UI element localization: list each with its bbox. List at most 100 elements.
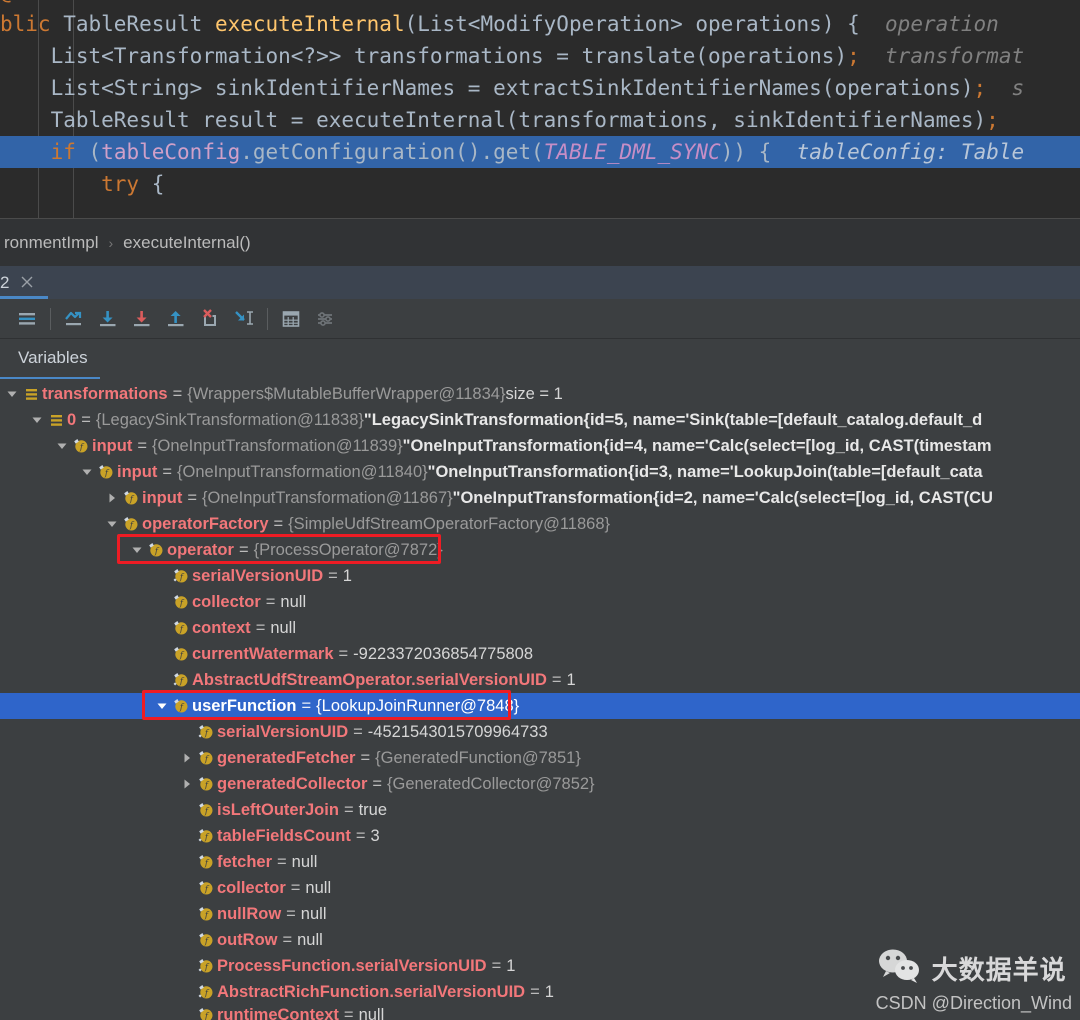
variable-ref: {ProcessOperator@7872}: [253, 541, 443, 559]
code-editor[interactable]: @Override blic TableResult executeInterna…: [0, 0, 1080, 218]
debugger-toolbar[interactable]: [0, 299, 1080, 339]
breadcrumb[interactable]: ronmentImpl › executeInternal(): [0, 218, 1080, 266]
chevron-down-icon[interactable]: [4, 381, 20, 407]
tree-row[interactable]: f serialVersionUID = -4521543015709964733: [0, 719, 1080, 745]
step-into-button[interactable]: [93, 304, 123, 334]
variable-name: input: [142, 489, 183, 507]
chevron-down-icon[interactable]: [154, 693, 170, 719]
drop-frame-button[interactable]: [195, 304, 225, 334]
variable-value: true: [358, 801, 388, 819]
variable-ref: {Wrappers$MutableBufferWrapper@11834}: [187, 385, 506, 403]
settings-button[interactable]: [310, 304, 340, 334]
evaluate-expression-button[interactable]: [276, 304, 306, 334]
variables-tab-header[interactable]: Variables: [0, 339, 1080, 379]
equals-sign: =: [343, 1006, 354, 1020]
tree-row[interactable]: f isLeftOuterJoin = true: [0, 797, 1080, 823]
tree-row[interactable]: f generatedCollector = {GeneratedCollector@…: [0, 771, 1080, 797]
equals-sign: =: [286, 905, 296, 923]
tree-row[interactable]: f input = {OneInputTransformation@11839} "O…: [0, 433, 1080, 459]
variable-value: 1: [342, 567, 352, 585]
tree-row[interactable]: f serialVersionUID = 1: [0, 563, 1080, 589]
tree-row[interactable]: f context = null: [0, 615, 1080, 641]
variable-name: 0: [67, 411, 77, 429]
force-step-into-button[interactable]: [127, 304, 157, 334]
chevron-right-icon[interactable]: [179, 745, 195, 771]
code-token: TABLE_DML_SYNC: [543, 140, 721, 164]
tree-row[interactable]: f nullRow = null: [0, 901, 1080, 927]
field-icon: f: [170, 620, 192, 636]
tree-row[interactable]: f fetcher = null: [0, 849, 1080, 875]
tree-row[interactable]: transformations = {Wrappers$MutableBufferW…: [0, 381, 1080, 407]
chevron-down-icon[interactable]: [79, 459, 95, 485]
equals-sign: =: [255, 619, 266, 637]
toolbar-divider: [50, 307, 51, 330]
tree-arrow-placeholder: [179, 1002, 195, 1020]
static-field-icon: f: [170, 568, 192, 584]
variable-name: userFunction: [192, 697, 297, 715]
array-icon: [20, 387, 42, 402]
tree-row[interactable]: f operatorFactory = {SimpleUdfStreamOperato…: [0, 511, 1080, 537]
equals-sign: =: [328, 567, 338, 585]
chevron-right-icon[interactable]: [179, 771, 195, 797]
code-token: @Override: [0, 0, 114, 4]
array-icon: [45, 413, 67, 428]
variables-tree[interactable]: transformations = {Wrappers$MutableBufferW…: [0, 381, 1080, 1020]
chevron-down-icon[interactable]: [104, 511, 120, 537]
equals-sign: =: [282, 931, 293, 949]
variable-ref: {LegacySinkTransformation@11838}: [95, 411, 364, 429]
variable-name: operator: [167, 541, 234, 559]
tree-row[interactable]: 0 = {LegacySinkTransformation@11838} "Lega…: [0, 407, 1080, 433]
run-to-cursor-button[interactable]: [229, 304, 259, 334]
tree-arrow-placeholder: [179, 953, 195, 979]
chevron-right-icon[interactable]: [104, 485, 120, 511]
code-token: try: [0, 172, 152, 196]
tree-arrow-placeholder: [154, 667, 170, 693]
tree-row[interactable]: f currentWatermark = -9223372036854775808: [0, 641, 1080, 667]
variable-name: collector: [192, 593, 261, 611]
code-line[interactable]: if (tableConfig.getConfiguration().get(T…: [0, 136, 1080, 168]
code-lines: @Override blic TableResult executeInterna…: [0, 0, 1080, 200]
chevron-down-icon[interactable]: [129, 537, 145, 563]
tree-arrow-placeholder: [179, 927, 195, 953]
inlay-hint: operation: [859, 12, 999, 36]
equals-sign: =: [301, 697, 312, 715]
variables-tab-underline: [0, 377, 100, 379]
variable-name: AbstractUdfStreamOperator.serialVersionU…: [192, 671, 547, 689]
step-over-button[interactable]: [59, 304, 89, 334]
field-icon: f: [95, 464, 117, 480]
tree-row[interactable]: f generatedFetcher = {GeneratedFunction@785…: [0, 745, 1080, 771]
show-execution-point-button[interactable]: [12, 304, 42, 334]
step-out-button[interactable]: [161, 304, 191, 334]
code-line[interactable]: TableResult result = executeInternal(tra…: [0, 104, 1080, 136]
tree-row[interactable]: f collector = null: [0, 875, 1080, 901]
static-field-icon: f: [170, 672, 192, 688]
variable-ref: {GeneratedFunction@7851}: [375, 749, 581, 767]
chevron-down-icon[interactable]: [54, 433, 70, 459]
equals-sign: =: [530, 983, 540, 1001]
tree-arrow-placeholder: [154, 615, 170, 641]
tree-row[interactable]: f operator = {ProcessOperator@7872}: [0, 537, 1080, 563]
variable-name: generatedFetcher: [217, 749, 356, 767]
code-line[interactable]: @Override: [0, 0, 1080, 8]
field-icon: f: [195, 802, 217, 818]
tree-row[interactable]: f tableFieldsCount = 3: [0, 823, 1080, 849]
equals-sign: =: [273, 515, 284, 533]
code-line[interactable]: blic TableResult executeInternal(List<Mo…: [0, 8, 1080, 40]
close-icon[interactable]: [18, 273, 36, 291]
watermark-subtitle: CSDN @Direction_Wind: [875, 993, 1072, 1013]
tree-row[interactable]: f userFunction = {LookupJoinRunner@7848}: [0, 693, 1080, 719]
tree-row[interactable]: f AbstractUdfStreamOperator.serialVersion…: [0, 667, 1080, 693]
variable-value: 1: [506, 957, 516, 975]
code-line[interactable]: List<Transformation<?>> transformations …: [0, 40, 1080, 72]
code-line[interactable]: List<String> sinkIdentifierNames = extra…: [0, 72, 1080, 104]
tree-row[interactable]: f input = {OneInputTransformation@11840} "O…: [0, 459, 1080, 485]
tree-row[interactable]: f input = {OneInputTransformation@11867} "O…: [0, 485, 1080, 511]
chevron-down-icon[interactable]: [29, 407, 45, 433]
debug-tabstrip[interactable]: 2: [0, 266, 1080, 299]
breadcrumb-item-method[interactable]: executeInternal(): [119, 233, 255, 253]
code-line[interactable]: try {: [0, 168, 1080, 200]
breadcrumb-item-class[interactable]: ronmentImpl: [0, 233, 102, 253]
variable-name: outRow: [217, 931, 278, 949]
tree-row[interactable]: f collector = null: [0, 589, 1080, 615]
variable-name: nullRow: [217, 905, 282, 923]
